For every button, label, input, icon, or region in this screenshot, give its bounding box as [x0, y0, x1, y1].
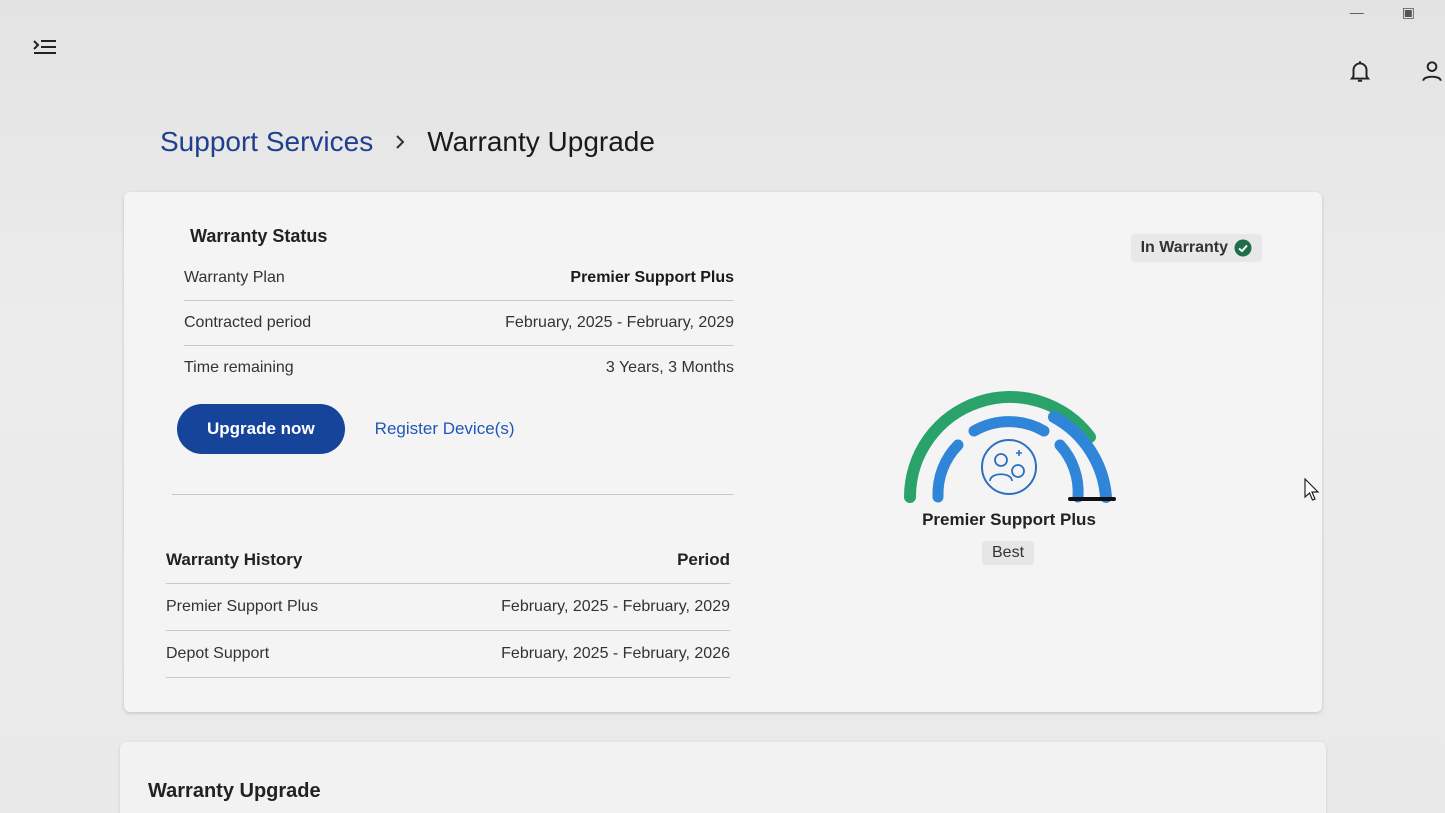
warranty-details-table: Warranty Plan Premier Support Plus Contr… [184, 256, 734, 390]
history-period: February, 2025 - February, 2026 [501, 645, 730, 662]
maximize-icon[interactable]: ▣ [1402, 4, 1415, 21]
bell-icon[interactable] [1347, 58, 1373, 84]
table-row: Depot Support February, 2025 - February,… [166, 631, 730, 678]
time-remaining-row: Time remaining 3 Years, 3 Months [184, 346, 734, 390]
gauge-arc-inner-top [968, 416, 1050, 437]
warranty-actions: Upgrade now Register Device(s) [177, 404, 514, 454]
gauge-arc-inner-right [1054, 439, 1084, 503]
warranty-status-card: Warranty Status In Warranty Warranty Pla… [124, 192, 1322, 712]
history-plan: Premier Support Plus [166, 598, 319, 615]
history-col-period: Period [677, 550, 730, 569]
support-level-gauge: Premier Support Plus Best [894, 387, 1124, 577]
gauge-tier-badge: Best [982, 541, 1035, 565]
section-divider [172, 494, 734, 495]
contracted-period-value: February, 2025 - February, 2029 [505, 314, 734, 331]
table-row: Premier Support Plus February, 2025 - Fe… [166, 584, 730, 631]
history-col-plan: Warranty History [166, 550, 303, 569]
warranty-history-table: Warranty History Period Premier Support … [166, 537, 730, 678]
contracted-period-row: Contracted period February, 2025 - Febru… [184, 301, 734, 346]
warranty-upgrade-card: Warranty Upgrade [120, 742, 1326, 813]
history-plan: Depot Support [166, 645, 270, 662]
register-devices-link[interactable]: Register Device(s) [375, 419, 515, 439]
chevron-right-icon [396, 135, 405, 149]
breadcrumb-support-services[interactable]: Support Services [160, 126, 373, 158]
gauge-plan-name: Premier Support Plus [922, 510, 1096, 529]
warranty-upgrade-page: — ▣ Support Services Warranty Upgrade Wa… [0, 0, 1445, 813]
history-period: February, 2025 - February, 2029 [501, 598, 730, 615]
gauge-arcs [904, 391, 1116, 503]
warranty-plan-row: Warranty Plan Premier Support Plus [184, 256, 734, 301]
upgrade-now-button[interactable]: Upgrade now [177, 404, 345, 454]
check-circle-icon [1234, 239, 1252, 257]
time-remaining-label: Time remaining [184, 359, 294, 376]
status-badge-label: In Warranty [1140, 239, 1228, 256]
warranty-upgrade-title: Warranty Upgrade [148, 780, 321, 802]
warranty-plan-label: Warranty Plan [184, 269, 285, 286]
user-icon[interactable] [1419, 58, 1445, 84]
contracted-period-label: Contracted period [184, 314, 312, 331]
page-title: Warranty Upgrade [427, 126, 655, 157]
top-right-toolbar [1347, 58, 1445, 84]
menu-expand-icon[interactable] [32, 38, 58, 58]
time-remaining-value: 3 Years, 3 Months [605, 359, 734, 376]
warranty-status-title: Warranty Status [190, 226, 328, 246]
mouse-cursor-icon [1304, 478, 1320, 501]
minimize-icon[interactable]: — [1350, 4, 1364, 21]
breadcrumb: Support Services Warranty Upgrade [160, 126, 655, 158]
history-header-row: Warranty History Period [166, 537, 730, 584]
warranty-plan-value: Premier Support Plus [570, 269, 734, 286]
status-badge: In Warranty [1130, 234, 1262, 262]
gauge-arc-inner-left [932, 439, 964, 503]
window-controls: — ▣ [1350, 4, 1415, 21]
support-person-gear-icon [981, 439, 1037, 495]
